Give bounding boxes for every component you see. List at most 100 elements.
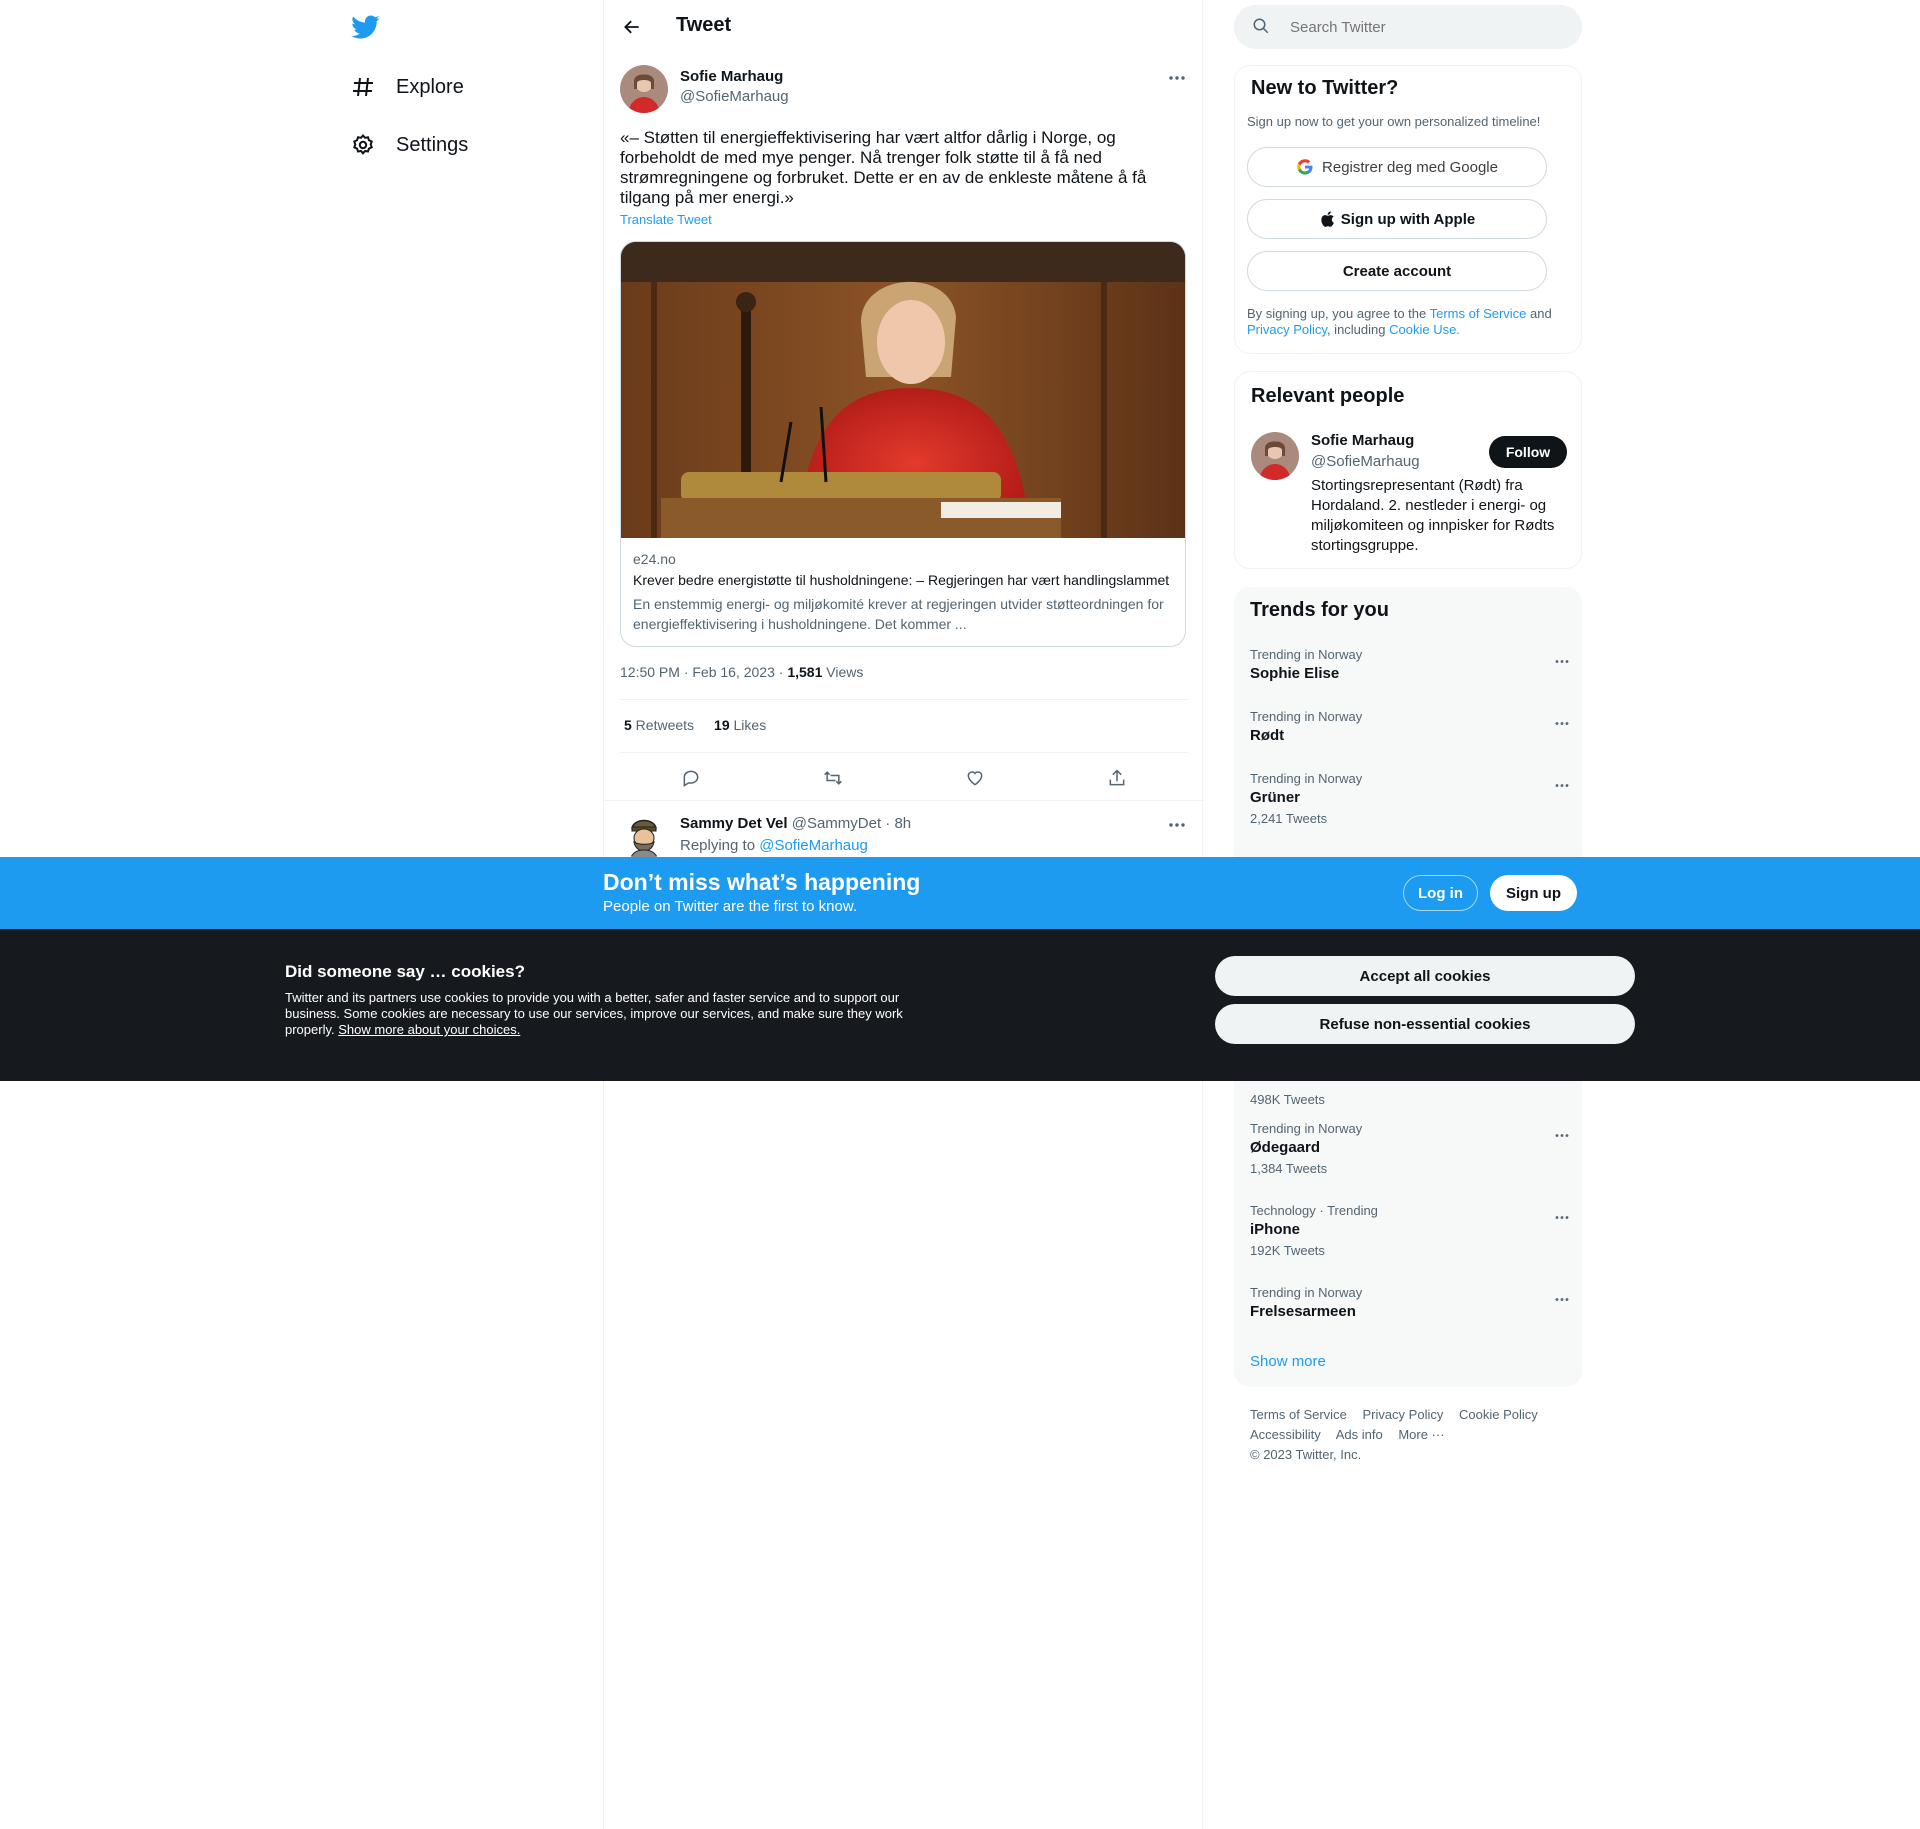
search-input[interactable]	[1290, 5, 1570, 49]
signup-button[interactable]: Sign up	[1490, 875, 1577, 911]
more-options-icon[interactable]	[1554, 775, 1570, 793]
hashtag-icon	[350, 74, 376, 100]
trend-context: Trending in Norway	[1250, 647, 1363, 662]
back-button[interactable]	[618, 13, 646, 41]
terms-link[interactable]: Terms of Service	[1430, 306, 1527, 321]
reply-author[interactable]: Sammy Det Vel @SammyDet · 8h	[680, 815, 911, 832]
search-bar[interactable]	[1234, 5, 1582, 49]
footer-link[interactable]: Terms of Service	[1250, 1407, 1347, 1422]
trend-name: Sophie Elise	[1250, 665, 1340, 682]
login-button[interactable]: Log in	[1403, 875, 1478, 911]
twitter-logo-icon[interactable]	[350, 12, 380, 42]
views-count: 1,581	[787, 664, 823, 680]
replying-to-link[interactable]: @SofieMarhaug	[759, 837, 868, 854]
nav-explore-label: Explore	[396, 75, 464, 98]
footer-link[interactable]: Ads info	[1336, 1427, 1383, 1442]
more-options-icon[interactable]	[1554, 1289, 1570, 1307]
nav-explore[interactable]: Explore	[350, 67, 464, 107]
privacy-link[interactable]: Privacy Policy	[1247, 322, 1327, 337]
trend-item[interactable]: Trending in Norway Sophie Elise	[1250, 647, 1570, 682]
relevant-person-name[interactable]: Sofie Marhaug	[1311, 432, 1414, 449]
tweet-time[interactable]: 12:50 PM · Feb 16, 2023 ·	[620, 664, 787, 680]
relevant-person-handle[interactable]: @SofieMarhaug	[1311, 453, 1420, 470]
relevant-person-bio: Stortingsrepresentant (Rødt) fra Hordala…	[1311, 477, 1555, 554]
show-more-link[interactable]: Show more	[1250, 1353, 1326, 1370]
reply-avatar[interactable]	[620, 812, 668, 860]
nav-settings[interactable]: Settings	[350, 125, 468, 165]
trend-context: Trending in Norway	[1250, 1285, 1363, 1300]
more-options-icon[interactable]	[1554, 1207, 1570, 1225]
trend-item[interactable]: Trending in Norway Grüner 2,241 Tweets	[1250, 771, 1570, 826]
trend-count: 2,241 Tweets	[1250, 811, 1328, 826]
create-account-button[interactable]: Create account	[1247, 251, 1547, 291]
more-options-icon[interactable]	[1554, 651, 1570, 669]
signup-title: New to Twitter?	[1251, 77, 1399, 99]
tweet-text: «– Støtten til energieffektivisering har…	[620, 128, 1147, 207]
footer: Terms of Service Privacy Policy Cookie P…	[1250, 1405, 1580, 1465]
author-avatar[interactable]	[620, 65, 668, 113]
trend-name: Rødt	[1250, 727, 1285, 744]
trend-context: Trending in Norway	[1250, 1121, 1363, 1136]
trend-context: Trending in Norway	[1250, 709, 1363, 724]
share-icon[interactable]	[1100, 761, 1134, 795]
author-handle[interactable]: @SofieMarhaug	[680, 88, 789, 105]
card-title: Krever bedre energistøtte til husholdnin…	[633, 572, 1170, 588]
relevant-person-avatar[interactable]	[1251, 432, 1299, 480]
refuse-cookies-button[interactable]: Refuse non-essential cookies	[1215, 1004, 1635, 1044]
footer-link[interactable]: More ···	[1398, 1427, 1444, 1442]
trend-item[interactable]: Trending in Norway Frelsesarmeen	[1250, 1285, 1570, 1320]
trend-name: iPhone	[1250, 1221, 1301, 1238]
likes-stat[interactable]: 19 Likes	[714, 717, 766, 733]
more-options-icon[interactable]	[1164, 815, 1190, 835]
cookie-consent-bar: Did someone say … cookies? Twitter and i…	[0, 929, 1920, 1081]
cookie-more-link[interactable]: Show more about your choices.	[338, 1022, 520, 1037]
accept-cookies-button[interactable]: Accept all cookies	[1215, 956, 1635, 996]
translate-tweet-link[interactable]: Translate Tweet	[620, 212, 712, 227]
footer-link[interactable]: Cookie Policy	[1459, 1407, 1538, 1422]
footer-link[interactable]: Accessibility	[1250, 1427, 1321, 1442]
trend-count: 1,384 Tweets	[1250, 1161, 1328, 1176]
trend-context: Trending in Norway	[1250, 771, 1363, 786]
replying-to-prefix: Replying to	[680, 837, 760, 854]
google-signup-button[interactable]: Registrer deg med Google	[1247, 147, 1547, 187]
divider	[604, 800, 1204, 801]
copyright: © 2023 Twitter, Inc.	[1250, 1447, 1362, 1462]
retweets-stat[interactable]: 5 Retweets	[624, 717, 694, 733]
more-options-icon[interactable]	[1554, 1125, 1570, 1143]
cookie-use-link[interactable]: Cookie Use.	[1389, 322, 1460, 337]
footer-link[interactable]: Privacy Policy	[1362, 1407, 1443, 1422]
banner-subtitle: People on Twitter are the first to know.	[603, 898, 858, 915]
card-image	[621, 242, 1185, 538]
gear-icon	[350, 132, 376, 158]
header-bar: Tweet	[604, 0, 1204, 53]
trend-partial[interactable]: 498K Tweets	[1250, 1087, 1570, 1107]
footer-links-row: Terms of Service Privacy Policy Cookie P…	[1250, 1405, 1580, 1425]
views-label: Views	[822, 664, 864, 680]
author-name[interactable]: Sofie Marhaug	[680, 68, 783, 85]
more-options-icon[interactable]	[1554, 713, 1570, 731]
link-preview-card[interactable]: e24.no Krever bedre energistøtte til hus…	[620, 241, 1186, 647]
legal-text-2: and	[1526, 306, 1552, 321]
card-description: En enstemmig energi- og miljøkomité krev…	[633, 596, 1164, 632]
heart-icon[interactable]	[958, 761, 992, 795]
likes-label: Likes	[729, 717, 767, 733]
trend-item[interactable]: Technology · Trending iPhone 192K Tweets	[1250, 1203, 1570, 1258]
reply-handle-time: @SammyDet · 8h	[787, 815, 912, 832]
engagement-stats: 5 Retweets 19 Likes	[624, 717, 766, 733]
arrow-left-icon	[624, 20, 639, 34]
retweet-icon[interactable]	[816, 761, 850, 795]
retweets-label: Retweets	[631, 717, 695, 733]
footer-links-row: Accessibility Ads info More ···	[1250, 1425, 1580, 1445]
tweet-actions	[620, 760, 1188, 796]
trend-item[interactable]: Trending in Norway Rødt	[1250, 709, 1570, 744]
legal-text-3: , including	[1326, 322, 1390, 337]
relevant-people-title: Relevant people	[1251, 385, 1405, 407]
relevant-people-panel: Relevant people Sofie Marhaug @SofieMarh…	[1234, 371, 1582, 569]
more-options-icon[interactable]	[1164, 68, 1190, 88]
legal-text-1: By signing up, you agree to the	[1247, 306, 1430, 321]
reply-icon[interactable]	[674, 761, 708, 795]
trend-name: Grüner	[1250, 789, 1301, 806]
follow-button[interactable]: Follow	[1489, 436, 1567, 468]
apple-signup-button[interactable]: Sign up with Apple	[1247, 199, 1547, 239]
trend-item[interactable]: Trending in Norway Ødegaard 1,384 Tweets	[1250, 1121, 1570, 1176]
